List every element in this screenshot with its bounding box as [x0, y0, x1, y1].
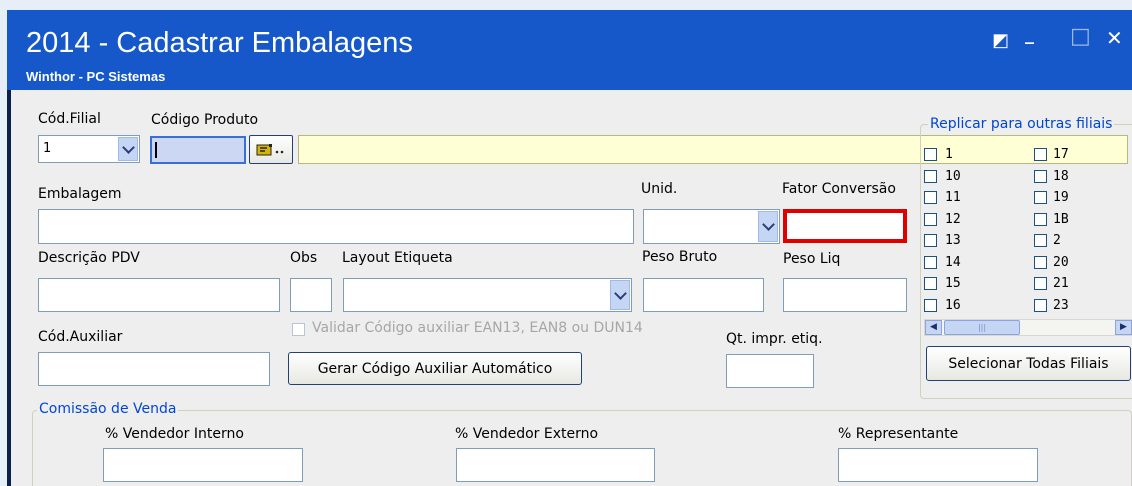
qt-impr-etiq-label: Qt. impr. etiq. — [726, 331, 823, 347]
vendedor-externo-label: % Vendedor Externo — [455, 426, 599, 442]
filial-checkbox-label: 16 — [945, 297, 961, 313]
binoculars-icon — [256, 143, 284, 155]
codigo-produto-input[interactable] — [150, 136, 246, 164]
obs-input[interactable] — [290, 278, 332, 312]
filial-checkbox-label: 2 — [1053, 233, 1061, 248]
embalagem-input[interactable] — [38, 209, 634, 244]
filial-checkbox[interactable] — [924, 191, 937, 204]
vendedor-externo-input[interactable] — [456, 448, 655, 482]
filial-checkbox-label: 19 — [1053, 190, 1069, 205]
filial-checkbox[interactable] — [924, 148, 937, 161]
selecionar-todas-filiais-button[interactable]: Selecionar Todas Filiais — [926, 346, 1131, 381]
chevron-down-icon[interactable] — [758, 211, 778, 242]
descricao-pdv-input[interactable] — [38, 278, 280, 312]
filial-checkbox[interactable] — [924, 212, 937, 226]
filial-checkbox-label: 23 — [1053, 297, 1069, 313]
filiais-scrollbar[interactable]: ◀ ||| ▶ — [924, 319, 1132, 336]
unid-label: Unid. — [641, 181, 678, 197]
filial-checkbox-label: 18 — [1053, 168, 1069, 184]
representante-input[interactable] — [838, 448, 1038, 482]
chevron-down-icon[interactable] — [118, 137, 138, 161]
embalagem-label: Embalagem — [38, 186, 122, 202]
filial-checkbox-label: 1 — [945, 147, 953, 162]
filial-checkbox[interactable] — [924, 234, 937, 247]
product-search-button[interactable] — [249, 135, 293, 164]
cod-auxiliar-label: Cód.Auxiliar — [38, 329, 123, 345]
comissao-venda-legend: Comissão de Venda — [37, 401, 179, 417]
filial-checkbox[interactable] — [1034, 191, 1047, 204]
peso-liq-label: Peso Liq — [783, 251, 841, 267]
vendedor-interno-input[interactable] — [103, 448, 303, 482]
validar-ean-label: Validar Código auxiliar EAN13, EAN8 ou D… — [312, 320, 643, 336]
filial-checkbox[interactable] — [924, 277, 937, 290]
layout-etiqueta-select[interactable] — [343, 278, 632, 312]
scroll-left-icon[interactable]: ◀ — [925, 320, 942, 335]
text-cursor — [155, 142, 157, 158]
filial-checkbox-label: 11 — [945, 190, 961, 205]
filial-checkbox[interactable] — [1034, 169, 1047, 183]
filial-checkbox-label: 10 — [945, 168, 961, 184]
layout-etiqueta-label: Layout Etiqueta — [342, 250, 453, 266]
restore-icon[interactable]: ◩ — [992, 30, 1009, 51]
chevron-down-icon[interactable] — [610, 280, 630, 310]
filial-checkbox[interactable] — [1034, 148, 1047, 161]
maximize-icon[interactable]: □ — [1070, 24, 1091, 49]
filial-checkbox[interactable] — [924, 298, 937, 312]
filial-checkbox[interactable] — [1034, 298, 1047, 312]
qt-impr-etiq-input[interactable] — [726, 354, 814, 388]
filial-checkbox-label: 1B — [1053, 211, 1069, 227]
replicar-filiais-legend: Replicar para outras filiais — [928, 116, 1115, 132]
title-bar[interactable]: 2014 - Cadastrar Embalagens Winthor - PC… — [7, 10, 1132, 90]
validar-ean-checkbox[interactable] — [292, 323, 305, 336]
unid-select[interactable] — [643, 209, 780, 244]
form-area: Cód.Filial 1 Código Produto Embalagem Un… — [7, 90, 1132, 486]
filial-checkbox[interactable] — [1034, 277, 1047, 290]
window-subtitle: Winthor - PC Sistemas — [26, 69, 166, 84]
filial-checkbox[interactable] — [924, 255, 937, 269]
window-title: 2014 - Cadastrar Embalagens — [26, 27, 413, 59]
descricao-pdv-label: Descrição PDV — [38, 250, 140, 266]
scroll-thumb[interactable]: ||| — [944, 320, 1020, 335]
gerar-codigo-auxiliar-button[interactable]: Gerar Código Auxiliar Automático — [288, 352, 582, 385]
filial-checkbox-label: 17 — [1053, 147, 1069, 162]
codigo-produto-label: Código Produto — [151, 112, 259, 128]
cod-filial-select[interactable]: 1 — [38, 135, 140, 163]
application-window: 2014 - Cadastrar Embalagens Winthor - PC… — [7, 10, 1132, 486]
vendedor-interno-label: % Vendedor Interno — [105, 426, 244, 442]
cod-filial-label: Cód.Filial — [38, 111, 101, 127]
filial-checkbox-label: 12 — [945, 211, 961, 227]
peso-bruto-input[interactable] — [643, 278, 764, 312]
cod-auxiliar-input[interactable] — [38, 352, 270, 386]
close-icon[interactable]: ✕ — [1106, 26, 1123, 50]
filial-checkbox[interactable] — [1034, 255, 1047, 269]
obs-label: Obs — [290, 250, 318, 266]
peso-liq-input[interactable] — [783, 278, 907, 312]
minimize-icon[interactable]: _ — [1025, 24, 1034, 45]
filial-checkbox-label: 21 — [1053, 276, 1069, 291]
filial-checkbox-label: 20 — [1053, 254, 1069, 270]
representante-label: % Representante — [838, 426, 959, 442]
peso-bruto-label: Peso Bruto — [642, 249, 718, 265]
filial-checkbox-label: 13 — [945, 233, 961, 248]
filial-checkbox-label: 14 — [945, 254, 961, 270]
filial-checkbox[interactable] — [1034, 234, 1047, 247]
filial-checkbox[interactable] — [1034, 212, 1047, 226]
cod-filial-value: 1 — [43, 141, 52, 156]
fator-conversao-input[interactable] — [783, 209, 907, 243]
filial-checkbox[interactable] — [924, 169, 937, 183]
fator-conversao-label: Fator Conversão — [782, 181, 896, 197]
scroll-right-icon[interactable]: ▶ — [1115, 320, 1132, 335]
filial-checkbox-label: 15 — [945, 276, 961, 291]
